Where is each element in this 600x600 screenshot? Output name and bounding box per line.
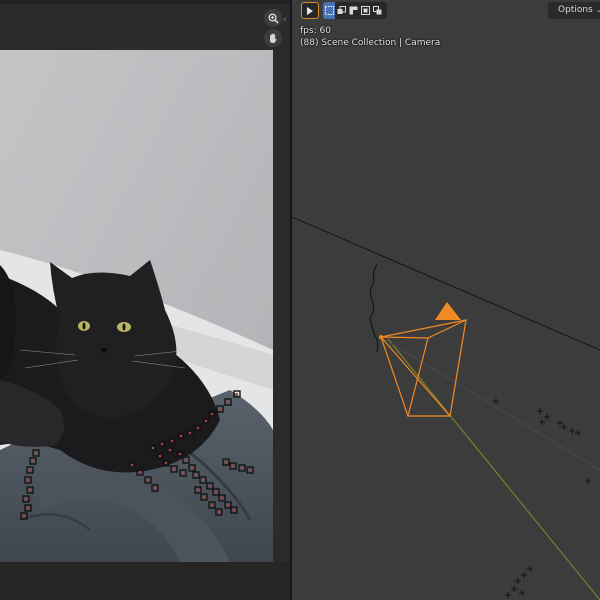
track-marker-center	[29, 469, 31, 471]
select-intersect-icon[interactable]	[371, 2, 383, 19]
hand-pan-icon[interactable]	[264, 29, 282, 47]
track-marker-center	[185, 459, 187, 461]
options-dropdown[interactable]: Options ⌄	[548, 2, 600, 19]
viewport-header: Options ⌄	[292, 0, 600, 22]
track-marker-center	[29, 489, 31, 491]
object-info-text: (88) Scene Collection | Camera	[300, 38, 441, 48]
track-marker-center	[197, 489, 199, 491]
track-marker-center	[165, 462, 167, 464]
track-marker-center	[202, 479, 204, 481]
track-marker-center	[241, 467, 243, 469]
track-marker-center	[131, 464, 133, 466]
track-marker-center	[195, 474, 197, 476]
viewport-scene	[292, 0, 600, 600]
track-marker-center	[23, 515, 25, 517]
track-marker-center	[211, 413, 213, 415]
track-marker-center	[225, 461, 227, 463]
clip-editor-header-strip	[0, 0, 290, 4]
track-marker-center	[191, 467, 193, 469]
track-marker-center	[233, 509, 235, 511]
selection-mode-group[interactable]	[323, 2, 387, 19]
track-marker-center	[227, 401, 229, 403]
track-marker-center	[169, 449, 171, 451]
track-marker-center	[236, 393, 238, 395]
select-invert-icon[interactable]	[359, 2, 371, 19]
track-marker-center	[154, 487, 156, 489]
track-marker-center	[161, 443, 163, 445]
track-marker-center	[182, 472, 184, 474]
select-extend-icon[interactable]	[335, 2, 347, 19]
options-label: Options	[558, 5, 593, 15]
movie-clip-editor[interactable]	[0, 0, 290, 600]
track-marker-center	[179, 453, 181, 455]
track-marker-center	[25, 498, 27, 500]
chevron-down-icon: ⌄	[595, 6, 600, 14]
track-marker-center	[227, 504, 229, 506]
track-marker-center	[147, 479, 149, 481]
track-marker-center	[35, 452, 37, 454]
track-marker-center	[27, 507, 29, 509]
select-box-icon[interactable]	[323, 2, 335, 19]
track-marker-center	[139, 471, 141, 473]
track-marker-center	[152, 447, 154, 449]
track-marker-center	[215, 491, 217, 493]
clip-frame[interactable]	[0, 50, 273, 562]
fps-readout: fps: 60	[300, 26, 331, 36]
select-subtract-icon[interactable]	[347, 2, 359, 19]
track-marker-center	[159, 455, 161, 457]
track-marker-center	[249, 469, 251, 471]
track-marker-center	[197, 427, 199, 429]
zoom-magnifier-icon[interactable]	[264, 9, 282, 27]
track-marker-center	[205, 420, 207, 422]
track-marker-center	[211, 504, 213, 506]
track-marker-center	[180, 435, 182, 437]
track-marker-center	[189, 432, 191, 434]
clip-editor-bottom-area	[0, 562, 290, 600]
chevron-left-icon[interactable]: ‹	[283, 14, 291, 26]
track-marker-center	[232, 465, 234, 467]
play-icon[interactable]	[301, 2, 319, 19]
track-marker-center	[221, 497, 223, 499]
track-marker-center	[171, 440, 173, 442]
tracking-markers-layer	[20, 390, 254, 520]
track-marker-center	[27, 479, 29, 481]
track-marker-center	[219, 408, 221, 410]
clip-editor-header	[0, 0, 290, 50]
track-marker-center	[173, 468, 175, 470]
track-marker-center	[209, 485, 211, 487]
track-marker-center	[218, 511, 220, 513]
track-marker-center	[32, 460, 34, 462]
3d-viewport[interactable]: Options ⌄ fps: 60 (88) Scene Collection |…	[292, 0, 600, 600]
track-marker-center	[203, 496, 205, 498]
